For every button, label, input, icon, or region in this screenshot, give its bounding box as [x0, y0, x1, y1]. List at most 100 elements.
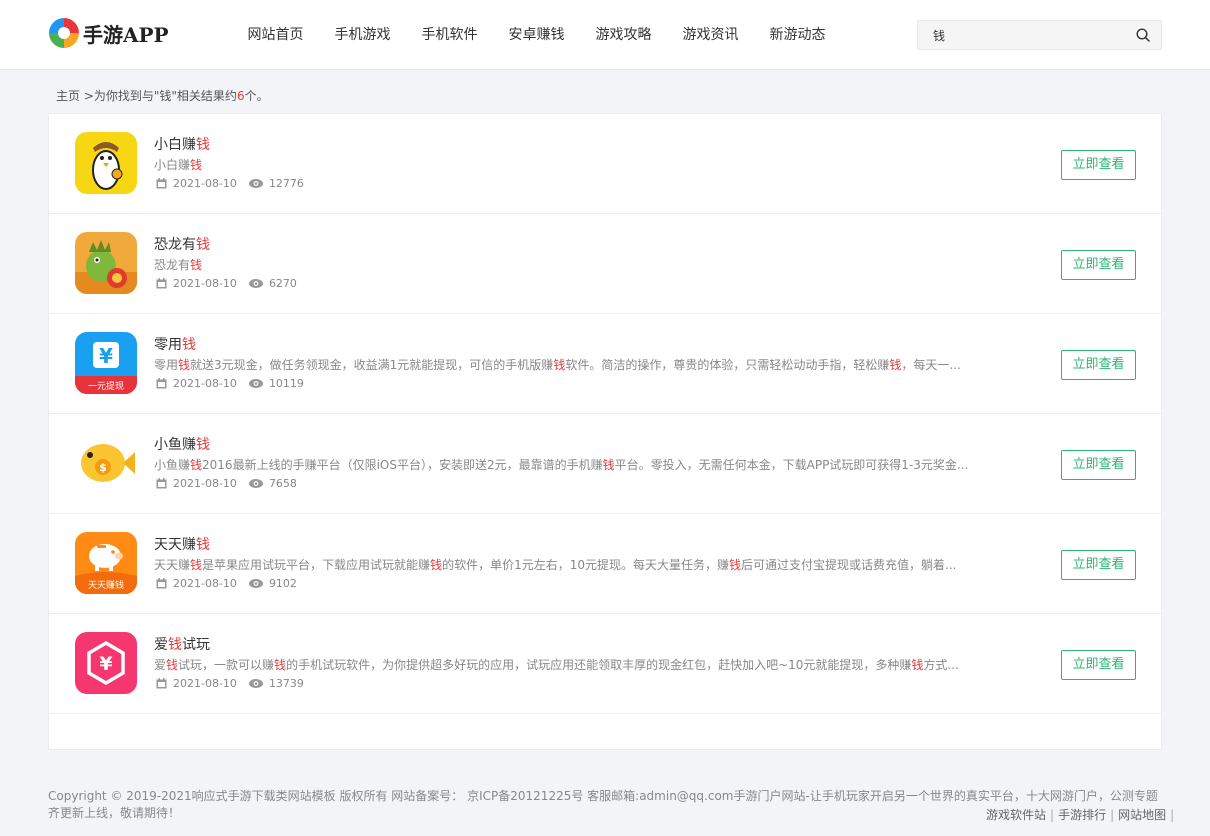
nav-item-mobile-games[interactable]: 手机游戏: [319, 0, 406, 70]
item-title[interactable]: 零用钱: [154, 334, 196, 354]
text-segment: 恐龙有: [154, 258, 191, 272]
hexagon-yuan-app-icon[interactable]: ¥: [75, 632, 137, 694]
item-description: 天天赚钱是苹果应用试玩平台，下载应用试玩就能赚钱的软件，单价1元左右，10元提现…: [154, 556, 974, 573]
item-date: 2021-08-10: [173, 577, 237, 590]
text-segment: 试玩: [182, 637, 210, 653]
item-title[interactable]: 小鱼赚钱: [154, 434, 210, 454]
keyword-highlight: 钱: [190, 158, 203, 172]
keyword-highlight: 钱: [190, 558, 203, 572]
nav-item-mobile-software[interactable]: 手机软件: [406, 0, 493, 70]
keyword-highlight: 钱: [168, 637, 182, 653]
text-segment: 的软件，单价1元左右，10元提现。每天大量任务，赚: [442, 558, 729, 572]
item-title[interactable]: 天天赚钱: [154, 534, 210, 554]
view-now-button[interactable]: 立即查看: [1061, 550, 1136, 580]
penguin-app-icon[interactable]: [75, 132, 137, 194]
nav-item-game-guides[interactable]: 游戏攻略: [580, 0, 667, 70]
result-list: 小白赚钱 小白赚钱 2021-08-10 12776 立即查看 恐龙有钱 恐龙有…: [48, 113, 1162, 750]
breadcrumb-suffix: 个。: [244, 89, 269, 103]
calendar-icon: [156, 178, 167, 189]
logo-text: 手游APP: [83, 22, 169, 47]
icon-label: 天天赚钱: [88, 579, 124, 591]
view-now-button[interactable]: 立即查看: [1061, 250, 1136, 280]
item-views: 10119: [268, 377, 304, 390]
calendar-icon: [156, 278, 167, 289]
keyword-highlight: 钱: [602, 458, 615, 472]
item-views: 12776: [268, 177, 304, 190]
item-meta: 2021-08-10 10119: [156, 377, 304, 390]
breadcrumb-prefix: >为你找到与"钱"相关结果约: [80, 89, 237, 103]
keyword-highlight: 钱: [728, 558, 741, 572]
view-now-button[interactable]: 立即查看: [1061, 650, 1136, 680]
calendar-icon: [156, 378, 167, 389]
text-segment: 零用: [154, 358, 179, 372]
item-views: 7658: [268, 477, 297, 490]
item-title[interactable]: 小白赚钱: [154, 134, 210, 154]
search-icon: [1136, 28, 1150, 42]
dinosaur-app-icon[interactable]: [75, 232, 137, 294]
nav-item-home[interactable]: 网站首页: [232, 0, 319, 70]
fish-app-icon[interactable]: $: [75, 432, 137, 494]
list-item: 恐龙有钱 恐龙有钱 2021-08-10 6270 立即查看: [49, 214, 1161, 314]
item-date: 2021-08-10: [173, 177, 237, 190]
nav-item-android-earn[interactable]: 安卓赚钱: [493, 0, 580, 70]
search-button[interactable]: [1125, 21, 1161, 49]
eye-icon: [248, 679, 263, 688]
text-segment: 天天赚: [154, 537, 196, 553]
keyword-highlight: 钱: [911, 658, 924, 672]
item-title[interactable]: 爱钱试玩: [154, 634, 210, 654]
list-item: $ 小鱼赚钱 小鱼赚钱2016最新上线的手赚平台（仅限iOS平台），安装即送2元…: [49, 414, 1161, 514]
item-description: 小白赚钱: [154, 156, 974, 173]
item-description: 零用钱就送3元现金，做任务领现金，收益满1元就能提现，可信的手机版赚钱软件。简洁…: [154, 356, 974, 373]
keyword-highlight: 钱: [196, 237, 210, 253]
list-item: 天天赚钱 天天赚钱 天天赚钱是苹果应用试玩平台，下载应用试玩就能赚钱的软件，单价…: [49, 514, 1161, 614]
text-segment: 平台。零投入，无需任何本金，下载APP试玩即可获得1-3元奖金...: [614, 458, 969, 472]
keyword-highlight: 钱: [430, 558, 443, 572]
eye-icon: [248, 579, 263, 588]
text-segment: 小白赚: [154, 137, 196, 153]
view-now-button[interactable]: 立即查看: [1061, 450, 1136, 480]
item-views: 6270: [268, 277, 297, 290]
footer-link-game-software[interactable]: 游戏软件站: [986, 808, 1046, 822]
search-box: [917, 20, 1162, 50]
keyword-highlight: 钱: [889, 358, 902, 372]
keyword-highlight: 钱: [196, 437, 210, 453]
keyword-highlight: 钱: [196, 537, 210, 553]
svg-text:$: $: [99, 461, 107, 474]
keyword-highlight: 钱: [178, 358, 191, 372]
logo-icon: [49, 18, 79, 48]
nav-item-new-games[interactable]: 新游动态: [754, 0, 841, 70]
text-segment: 爱: [154, 637, 168, 653]
keyword-highlight: 钱: [553, 358, 566, 372]
calendar-icon: [156, 578, 167, 589]
item-date: 2021-08-10: [173, 277, 237, 290]
text-segment: 零用: [154, 337, 182, 353]
breadcrumb-home[interactable]: 主页: [56, 89, 80, 103]
text-segment: 后可通过支付宝提现或话费充值，躺着...: [741, 558, 957, 572]
item-date: 2021-08-10: [173, 677, 237, 690]
view-now-button[interactable]: 立即查看: [1061, 350, 1136, 380]
result-count: 6: [236, 89, 245, 103]
item-title[interactable]: 恐龙有钱: [154, 234, 210, 254]
breadcrumb: 主页 >为你找到与"钱"相关结果约6个。: [56, 87, 269, 104]
text-segment: 试玩，一款可以赚: [178, 658, 275, 672]
keyword-highlight: 钱: [196, 137, 210, 153]
yuan-app-icon[interactable]: ¥ 一元提现: [75, 332, 137, 394]
text-segment: 就送3元现金，做任务领现金，收益满1元就能提现，可信的手机版赚: [190, 358, 554, 372]
item-description: 爱钱试玩，一款可以赚钱的手机试玩软件，为你提供超多好玩的应用，试玩应用还能领取丰…: [154, 656, 974, 673]
nav-item-game-news[interactable]: 游戏资讯: [667, 0, 754, 70]
footer-link-ranking[interactable]: 手游排行: [1058, 808, 1106, 822]
item-description: 恐龙有钱: [154, 256, 974, 273]
keyword-highlight: 钱: [182, 337, 196, 353]
view-now-button[interactable]: 立即查看: [1061, 150, 1136, 180]
eye-icon: [248, 179, 263, 188]
eye-icon: [248, 379, 263, 388]
keyword-highlight: 钱: [274, 658, 287, 672]
search-input[interactable]: [918, 21, 1125, 49]
text-segment: 方式...: [923, 658, 959, 672]
text-segment: ，每天一...: [901, 358, 961, 372]
keyword-highlight: 钱: [166, 658, 179, 672]
footer-link-sitemap[interactable]: 网站地图: [1118, 808, 1166, 822]
site-logo[interactable]: 手游APP: [49, 18, 169, 48]
piggy-bank-app-icon[interactable]: 天天赚钱: [75, 532, 137, 594]
text-segment: 恐龙有: [154, 237, 196, 253]
